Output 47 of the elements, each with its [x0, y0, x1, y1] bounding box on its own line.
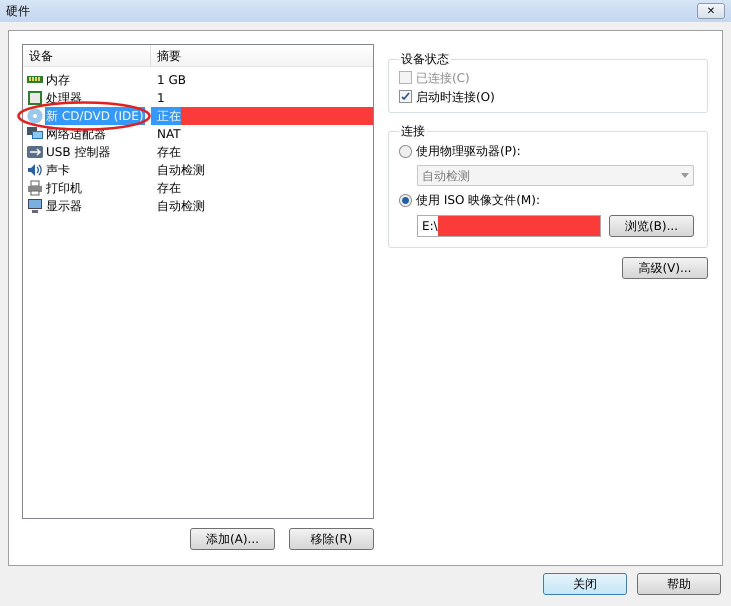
- list-action-button[interactable]: 添加(A)...: [190, 528, 275, 550]
- iso-path-field[interactable]: E:\: [417, 215, 601, 237]
- device-name: 声卡: [45, 162, 71, 179]
- device-summary: 自动检测: [156, 198, 205, 215]
- device-row[interactable]: 打印机 存在: [23, 179, 373, 197]
- device-summary: 存在: [156, 144, 181, 161]
- close-button[interactable]: ✕: [697, 3, 725, 19]
- radio-option[interactable]: 使用物理驱动器(P):: [399, 140, 694, 162]
- dropdown-caret-icon: [681, 173, 689, 178]
- device-summary: NAT: [156, 126, 181, 143]
- browse-button[interactable]: 浏览(B)...: [609, 215, 694, 237]
- device-row[interactable]: 内存 1 GB: [23, 71, 373, 89]
- group-title: 设备状态: [400, 51, 450, 68]
- drive-dropdown[interactable]: 自动检测: [417, 165, 694, 186]
- device-name: USB 控制器: [45, 144, 112, 161]
- device-name: 内存: [45, 72, 71, 89]
- device-summary: 正在: [156, 108, 181, 125]
- device-summary: 1 GB: [156, 72, 186, 89]
- device-name: 新 CD/DVD (IDE): [45, 107, 144, 125]
- column-header[interactable]: 设备: [23, 45, 151, 66]
- speaker-icon: [27, 162, 43, 178]
- radio-button[interactable]: [399, 144, 412, 158]
- usb-icon: [27, 144, 43, 160]
- radio-button[interactable]: [399, 194, 412, 206]
- device-row[interactable]: 声卡 自动检测: [23, 161, 373, 179]
- checkbox-option[interactable]: 启动时连接(O): [399, 87, 697, 106]
- disc-icon: [27, 108, 43, 124]
- device-row[interactable]: USB 控制器 存在: [23, 143, 373, 161]
- radio-option[interactable]: 使用 ISO 映像文件(M):: [399, 189, 694, 211]
- column-header[interactable]: 摘要: [151, 45, 373, 66]
- device-name: 显示器: [45, 198, 83, 215]
- network-monitor-icon: [27, 126, 43, 142]
- dialog-button[interactable]: 关闭: [543, 573, 627, 595]
- list-action-button[interactable]: 移除(R): [289, 528, 374, 550]
- printer-icon: [27, 180, 43, 196]
- checkbox[interactable]: [399, 90, 412, 103]
- group-title: 连接: [400, 123, 426, 140]
- device-row[interactable]: 显示器 自动检测: [23, 197, 373, 215]
- device-name: 打印机: [45, 180, 83, 197]
- device-summary: 自动检测: [156, 162, 205, 179]
- advanced-button[interactable]: 高级(V)...: [622, 257, 708, 279]
- dialog-button[interactable]: 帮助: [637, 573, 721, 595]
- device-summary: 1: [156, 90, 165, 107]
- window-title: 硬件: [6, 3, 30, 20]
- processor-icon: [27, 90, 43, 106]
- device-summary: 存在: [156, 180, 181, 197]
- monitor-icon: [27, 198, 43, 214]
